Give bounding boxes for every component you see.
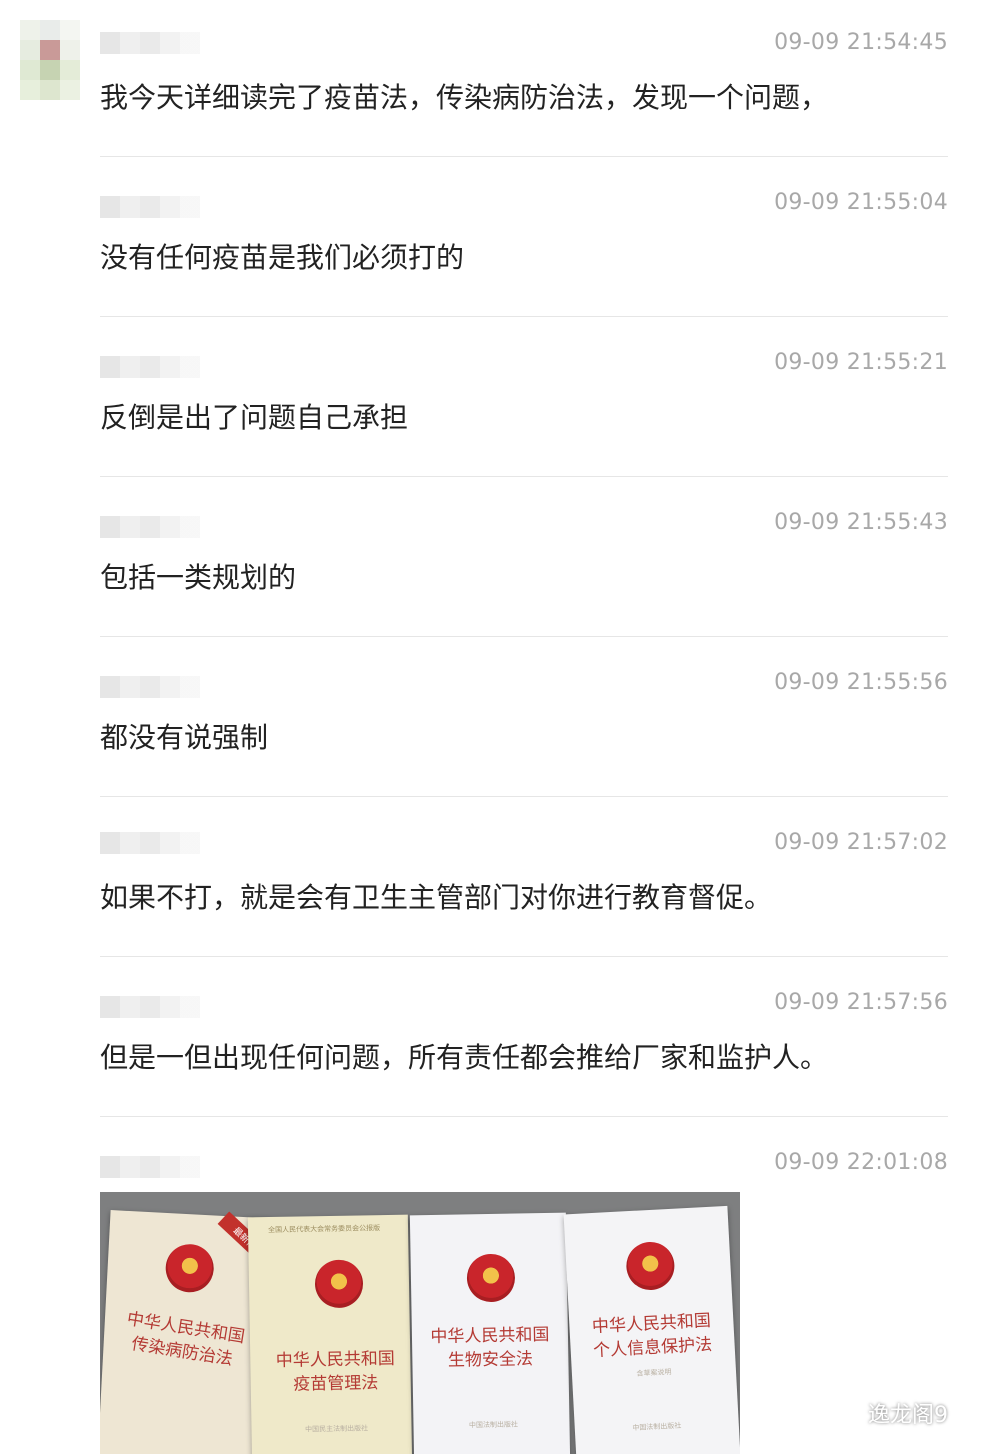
account-watermark: 逸龙阁9 [822,1396,948,1430]
book-biosecurity-law: 中华人民共和国 生物安全法 中国法制出版社 [409,1212,571,1454]
book-title: 中华人民共和国 生物安全法 [430,1324,550,1371]
message-text: 如果不打，就是会有卫生主管部门对你进行教育督促。 [100,881,773,914]
message-item: 09-09 21:55:21 反倒是出了问题自己承担 [100,320,948,480]
message-item: 09-09 21:55:56 都没有说强制 [100,640,948,800]
book-publisher: 中国法制出版社 [632,1421,682,1433]
message-photo[interactable]: 最新修正版 中华人民共和国 传染病防治法 全国人民代表大会常务委员会公报版 中华… [100,1192,740,1454]
book-infectious-disease-law: 最新修正版 中华人民共和国 传染病防治法 [100,1210,286,1454]
message-time: 09-09 21:55:04 [774,190,948,215]
message-time: 09-09 21:57:56 [774,990,948,1015]
message-text: 包括一类规划的 [100,561,297,594]
sender-name [100,516,200,538]
message-time: 09-09 22:01:08 [774,1150,948,1175]
divider [100,636,948,637]
divider [100,796,948,797]
national-emblem-icon [164,1243,215,1294]
message-item: 09-09 21:55:43 包括一类规划的 [100,480,948,640]
sender-name [100,832,200,854]
divider [100,1116,948,1117]
sender-name [100,676,200,698]
message-item: 09-09 21:57:56 但是一但出现任何问题，所有责任都会推给厂家和监护人… [100,960,948,1120]
sender-name [100,1156,200,1178]
book-title: 中华人民共和国 个人信息保护法 [591,1310,713,1362]
message-text: 反倒是出了问题自己承担 [100,401,409,434]
book-title: 中华人民共和国 传染病防治法 [125,1309,247,1370]
divider [100,956,948,957]
message-time: 09-09 21:55:56 [774,670,948,695]
watermark-text: 逸龙阁9 [868,1403,948,1428]
message-item: 09-09 21:55:04 没有任何疫苗是我们必须打的 [100,160,948,320]
book-subtitle: 含草案说明 [636,1368,672,1378]
divider [100,476,948,477]
sender-name [100,32,200,54]
sender-name [100,356,200,378]
message-item: 09-09 21:57:02 如果不打，就是会有卫生主管部门对你进行教育督促。 [100,800,948,960]
message-text: 没有任何疫苗是我们必须打的 [100,241,465,274]
message-text: 都没有说强制 [100,721,269,754]
sender-name [100,196,200,218]
message-item: 09-09 21:54:45 我今天详细读完了疫苗法，传染病防治法，发现一个问题… [100,0,948,160]
message-text: 我今天详细读完了疫苗法，传染病防治法，发现一个问题， [100,81,829,114]
book-vaccine-management-law: 全国人民代表大会常务委员会公报版 中华人民共和国 疫苗管理法 中国民主法制出版社 [247,1214,413,1454]
divider [100,156,948,157]
message-time: 09-09 21:54:45 [774,30,948,55]
national-emblem-icon [625,1240,676,1292]
avatar[interactable] [20,20,80,100]
message-item: 09-09 22:01:08 [100,1120,948,1192]
wechat-icon [824,1402,859,1425]
message-time: 09-09 21:57:02 [774,830,948,855]
national-emblem-icon [466,1253,516,1303]
message-text: 但是一但出现任何问题，所有责任都会推给厂家和监护人。 [100,1041,829,1074]
book-publisher: 中国民主法制出版社 [304,1424,369,1434]
book-personal-information-protection-law: 中华人民共和国 个人信息保护法 含草案说明 中国法制出版社 [563,1205,740,1454]
divider [100,316,948,317]
sender-name [100,996,200,1018]
message-time: 09-09 21:55:43 [774,510,948,535]
message-time: 09-09 21:55:21 [774,350,948,375]
book-top-text: 全国人民代表大会常务委员会公报版 [267,1224,381,1235]
book-title: 中华人民共和国 疫苗管理法 [275,1348,395,1395]
book-publisher: 中国法制出版社 [468,1420,519,1430]
national-emblem-icon [314,1259,364,1309]
